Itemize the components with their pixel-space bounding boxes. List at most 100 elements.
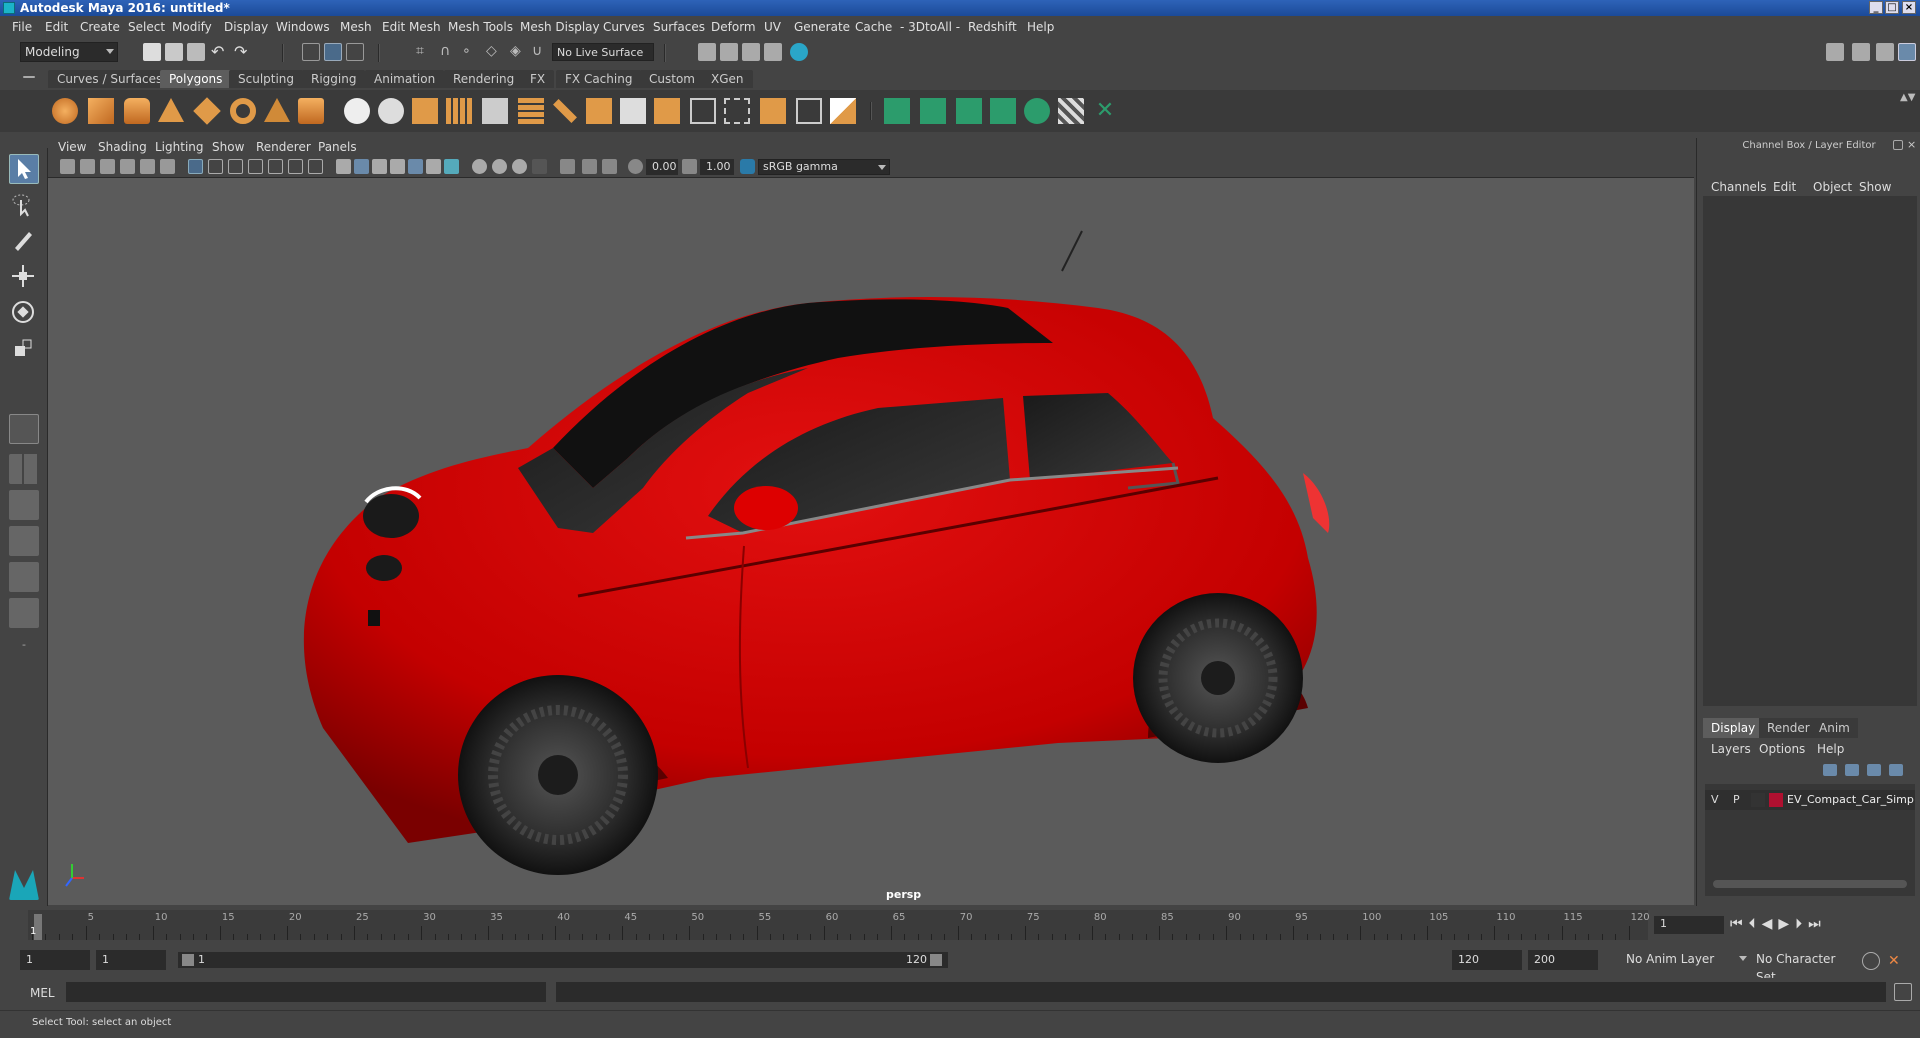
- layer-menu-help[interactable]: Help: [1817, 742, 1844, 756]
- shelf-tab-fx-caching[interactable]: FX Caching: [556, 70, 642, 88]
- shadows-icon[interactable]: [426, 159, 441, 174]
- uv-unfold-icon[interactable]: [1024, 98, 1050, 124]
- layer-color-swatch[interactable]: [1769, 793, 1783, 807]
- reduce-icon[interactable]: [482, 98, 508, 124]
- perspective-viewport[interactable]: persp: [48, 178, 1694, 905]
- smooth-icon[interactable]: [446, 98, 472, 124]
- layer-menu-options[interactable]: Options: [1759, 742, 1805, 756]
- snap-curve-icon[interactable]: ∩: [440, 43, 458, 61]
- menu-select[interactable]: Select: [128, 20, 165, 34]
- menu-deform[interactable]: Deform: [711, 20, 756, 34]
- render-frame-icon[interactable]: [720, 43, 738, 61]
- attribute-editor-icon[interactable]: [1852, 43, 1870, 61]
- shelf-scroll-icon[interactable]: ▲▼: [1900, 92, 1918, 110]
- combine-icon[interactable]: [344, 98, 370, 124]
- resolution-gate-icon[interactable]: [228, 159, 243, 174]
- uv-spherical-icon[interactable]: [956, 98, 982, 124]
- step-back-key-icon[interactable]: ◀: [1762, 916, 1779, 932]
- layer-list-scrollbar[interactable]: [1713, 880, 1907, 888]
- safe-title-icon[interactable]: [308, 159, 323, 174]
- undo-icon[interactable]: ↶: [211, 43, 229, 61]
- menu-redshift[interactable]: Redshift: [968, 20, 1017, 34]
- tool-settings-icon[interactable]: [1876, 43, 1894, 61]
- step-back-icon[interactable]: ⏴: [1749, 916, 1762, 932]
- uv-editor-icon[interactable]: [1058, 98, 1084, 124]
- float-panel-icon[interactable]: [1893, 140, 1903, 150]
- layer-tab-render[interactable]: Render: [1759, 718, 1818, 738]
- poly-plane-icon[interactable]: [193, 97, 221, 125]
- menu-uv[interactable]: UV: [764, 20, 781, 34]
- select-hierarchy-icon[interactable]: [302, 43, 320, 61]
- render-settings-icon[interactable]: [764, 43, 782, 61]
- film-gate-icon[interactable]: [208, 159, 223, 174]
- multi-cut-icon[interactable]: [553, 99, 577, 123]
- move-tool-icon[interactable]: [9, 262, 39, 292]
- ambient-occlusion-icon[interactable]: [444, 159, 459, 174]
- new-layer-icon[interactable]: [1867, 764, 1881, 776]
- panel-menu-show[interactable]: Show: [212, 140, 244, 154]
- bridge-icon[interactable]: [620, 98, 646, 124]
- range-start-handle[interactable]: [182, 954, 194, 966]
- go-to-end-icon[interactable]: ⏭: [1808, 916, 1827, 932]
- menu-curves[interactable]: Curves: [603, 20, 645, 34]
- xray-joints-icon[interactable]: [582, 159, 597, 174]
- merge-icon[interactable]: [796, 98, 822, 124]
- character-set-dropdown[interactable]: No Character Set: [1752, 950, 1856, 984]
- camera-attributes-icon[interactable]: [80, 159, 95, 174]
- menuset-dropdown[interactable]: Modeling: [20, 42, 118, 62]
- edge-loop-icon[interactable]: [690, 98, 716, 124]
- panel-menu-shading[interactable]: Shading: [98, 140, 147, 154]
- animation-start-field[interactable]: 1: [20, 950, 90, 970]
- go-to-start-icon[interactable]: ⏮: [1730, 916, 1749, 932]
- close-button[interactable]: ×: [1902, 1, 1916, 14]
- menu-cache[interactable]: Cache: [855, 20, 892, 34]
- menu-edit-mesh[interactable]: Edit Mesh: [382, 20, 441, 34]
- menu-help[interactable]: Help: [1027, 20, 1054, 34]
- poly-sphere-icon[interactable]: [52, 98, 78, 124]
- poly-pyramid-icon[interactable]: [264, 98, 290, 122]
- lasso-tool-icon[interactable]: [9, 190, 39, 220]
- channel-menu-edit[interactable]: Edit: [1773, 180, 1796, 194]
- layer-display-type[interactable]: [1751, 793, 1765, 807]
- scale-tool-icon[interactable]: [9, 334, 39, 364]
- step-forward-key-icon[interactable]: ⏵: [1795, 916, 1808, 932]
- panel-menu-lighting[interactable]: Lighting: [155, 140, 204, 154]
- layer-name[interactable]: EV_Compact_Car_Simp: [1787, 793, 1914, 806]
- snap-grid-icon[interactable]: ⌗: [416, 43, 434, 61]
- gamma-icon[interactable]: [682, 159, 697, 174]
- hypershade-layout-icon[interactable]: [9, 562, 39, 592]
- layer-tab-display[interactable]: Display: [1703, 718, 1764, 738]
- menu-surfaces[interactable]: Surfaces: [653, 20, 705, 34]
- playback-start-field[interactable]: 1: [96, 950, 166, 970]
- menu-create[interactable]: Create: [80, 20, 120, 34]
- uv-planar-icon[interactable]: [884, 98, 910, 124]
- camera-select-icon[interactable]: [60, 159, 75, 174]
- bookmark-icon[interactable]: [100, 159, 115, 174]
- grid-icon[interactable]: [188, 159, 203, 174]
- live-surface-field[interactable]: No Live Surface: [552, 43, 654, 61]
- render-history-icon[interactable]: [698, 43, 716, 61]
- exposure-icon[interactable]: [628, 159, 643, 174]
- smooth-shade-icon[interactable]: [354, 159, 369, 174]
- poly-pipe-icon[interactable]: [298, 98, 324, 124]
- new-layer-selected-icon[interactable]: [1889, 764, 1903, 776]
- isolate-select-icon[interactable]: [532, 159, 547, 174]
- uv-automatic-icon[interactable]: [990, 98, 1016, 124]
- bevel-icon[interactable]: [654, 98, 680, 124]
- view-transform-dropdown[interactable]: sRGB gamma: [758, 159, 890, 175]
- poly-torus-icon[interactable]: [230, 98, 256, 124]
- menu-modify[interactable]: Modify: [172, 20, 212, 34]
- anti-aliasing-icon[interactable]: [492, 159, 507, 174]
- close-panel-icon[interactable]: ×: [1907, 138, 1919, 151]
- menu-mesh[interactable]: Mesh: [340, 20, 372, 34]
- extrude-icon[interactable]: [586, 98, 612, 124]
- textured-icon[interactable]: [390, 159, 405, 174]
- poly-cone-icon[interactable]: [158, 98, 184, 122]
- channel-menu-channels[interactable]: Channels: [1711, 180, 1767, 194]
- depth-of-field-icon[interactable]: [512, 159, 527, 174]
- uv-cylindrical-icon[interactable]: [920, 98, 946, 124]
- ipr-render-icon[interactable]: [742, 43, 760, 61]
- layer-visibility-toggle[interactable]: V: [1711, 793, 1719, 806]
- layout-expand-icon[interactable]: -: [9, 638, 39, 658]
- script-editor-icon[interactable]: [1894, 983, 1912, 1001]
